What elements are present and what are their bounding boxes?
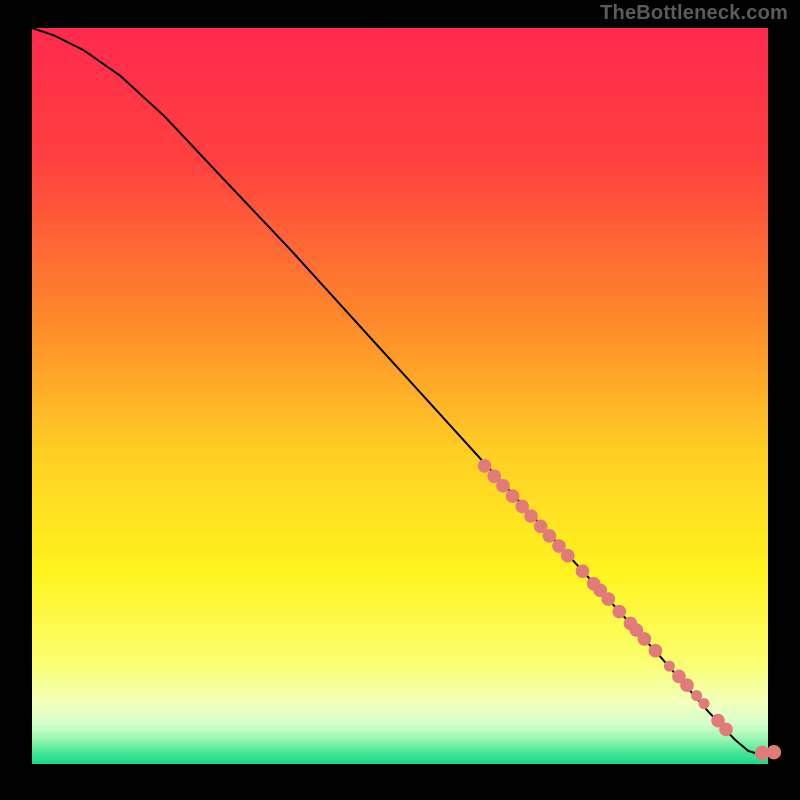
- data-point: [543, 529, 557, 543]
- chart-canvas: [0, 0, 800, 800]
- data-point: [638, 632, 652, 646]
- data-point: [524, 509, 538, 523]
- data-point: [649, 644, 663, 658]
- data-point: [680, 678, 694, 692]
- data-point: [664, 661, 675, 672]
- data-point: [699, 698, 710, 709]
- data-point: [561, 549, 575, 563]
- data-point: [576, 564, 590, 578]
- chart-stage: TheBottleneck.com: [0, 0, 800, 800]
- data-point: [602, 592, 616, 606]
- data-point: [478, 459, 492, 473]
- data-point: [767, 745, 781, 759]
- data-point: [496, 479, 510, 493]
- data-point: [719, 723, 733, 737]
- data-point: [613, 605, 627, 619]
- data-point: [506, 489, 520, 503]
